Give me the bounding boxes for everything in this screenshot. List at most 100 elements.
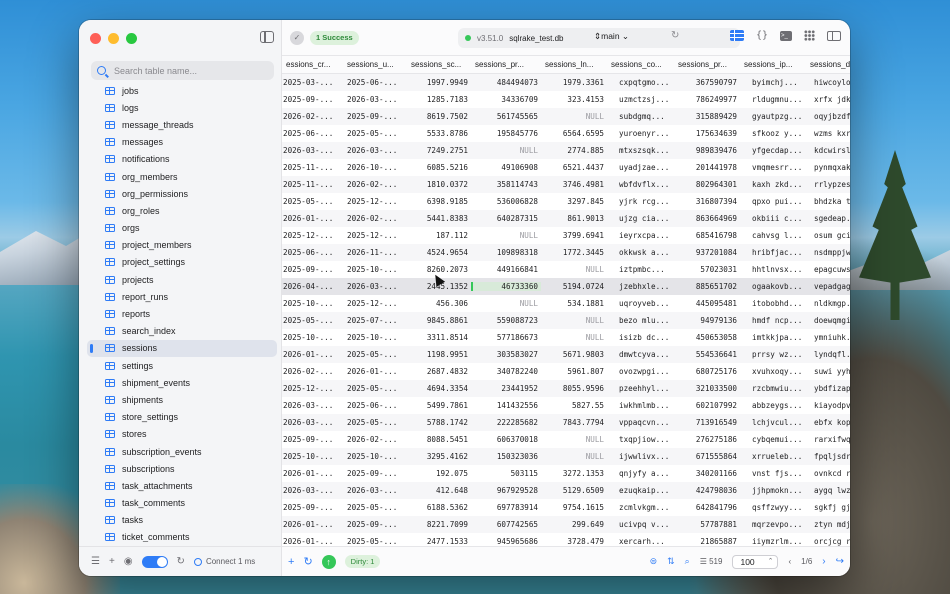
table-cell[interactable]: qnjyfy a... (607, 469, 674, 478)
table-cell[interactable]: txqpjiow... (607, 435, 674, 444)
column-header[interactable]: sessions_pr... (674, 60, 740, 69)
table-cell[interactable]: 303583027 (471, 350, 541, 359)
sidebar-item-settings[interactable]: settings (87, 357, 277, 374)
table-cell[interactable]: 6188.5362 (407, 503, 471, 512)
sidebar-item-report-runs[interactable]: report_runs (87, 288, 277, 305)
sidebar-item-project-settings[interactable]: project_settings (87, 254, 277, 271)
table-cell[interactable]: 2025-05-... (282, 316, 343, 325)
table-cell[interactable]: kiayodpv... (806, 401, 850, 410)
refresh-icon[interactable]: ↻ (177, 556, 185, 567)
table-cell[interactable]: 697783914 (471, 503, 541, 512)
table-cell[interactable]: sgedeap... (806, 214, 850, 223)
table-cell[interactable]: xvuhxoqy... (740, 367, 806, 376)
table-cell[interactable]: 2025-12-... (282, 384, 343, 393)
table-row[interactable]: 2025-05-... 2025-07-... 9845.8861 559088723… (282, 312, 850, 329)
sidebar-item-subscriptions[interactable]: subscriptions (87, 460, 277, 477)
table-cell[interactable]: 2026-04-... (282, 282, 343, 291)
table-row[interactable]: 2025-12-... 2025-05-... 4694.3354 23441952 8… (282, 380, 850, 397)
terminal-icon[interactable]: >_ (780, 30, 792, 41)
table-cell[interactable]: jzebhxle... (607, 282, 674, 291)
table-cell[interactable]: 2025-10-... (343, 333, 407, 342)
table-cell[interactable]: abbzeygs... (740, 401, 806, 410)
table-cell[interactable]: wbfdvflx... (607, 180, 674, 189)
table-cell[interactable]: yjrk rcg... (607, 197, 674, 206)
table-cell[interactable]: 2025-06-... (343, 401, 407, 410)
table-cell[interactable]: sfkooz y... (740, 129, 806, 138)
branch-selector[interactable]: ⇕main ⌄ (594, 31, 629, 42)
table-cell[interactable]: itobobhd... (740, 299, 806, 308)
table-cell[interactable]: 8088.5451 (407, 435, 471, 444)
table-cell[interactable]: 802964301 (674, 180, 740, 189)
table-cell[interactable]: 2026-02-... (343, 214, 407, 223)
close-button[interactable] (90, 33, 101, 44)
table-row[interactable]: 2026-01-... 2025-05-... 2477.1533 945965686… (282, 533, 850, 546)
table-cell[interactable]: 2025-11-... (282, 180, 343, 189)
table-cell[interactable]: 5788.1742 (407, 418, 471, 427)
table-row[interactable]: 2025-10-... 2025-12-... 456.306 NULL 534.188… (282, 295, 850, 312)
dirty-badge[interactable]: Dirty: 1 (344, 555, 381, 568)
sidebar-item-projects[interactable]: projects (87, 271, 277, 288)
table-cell[interactable]: 640287315 (471, 214, 541, 223)
table-cell[interactable]: 2026-01-... (282, 537, 343, 546)
table-cell[interactable]: 299.649 (541, 520, 607, 529)
table-cell[interactable]: 1810.0372 (407, 180, 471, 189)
table-cell[interactable]: nsdmppjw... (806, 248, 850, 257)
table-cell[interactable]: rzcbmwiu... (740, 384, 806, 393)
table-cell[interactable]: nldkmgp... (806, 299, 850, 308)
table-cell[interactable]: 5961.807 (541, 367, 607, 376)
table-cell[interactable]: 534.1881 (541, 299, 607, 308)
table-cell[interactable]: 6398.9185 (407, 197, 471, 206)
table-row[interactable]: 2025-10-... 2025-10-... 3295.4162 150323036… (282, 448, 850, 465)
table-cell[interactable]: ovozwpgi... (607, 367, 674, 376)
table-row[interactable]: 2025-10-... 2025-10-... 3311.8514 577186673… (282, 329, 850, 346)
table-cell[interactable]: NULL (471, 146, 541, 155)
table-cell[interactable]: ogaakovb... (740, 282, 806, 291)
table-cell[interactable]: 2025-12-... (343, 197, 407, 206)
table-cell[interactable]: orcjcg r... (806, 537, 850, 546)
table-cell[interactable]: 3272.1353 (541, 469, 607, 478)
table-cell[interactable]: 57023031 (674, 265, 740, 274)
table-cell[interactable]: 1285.7183 (407, 95, 471, 104)
sidebar-toggle-icon[interactable] (260, 31, 274, 43)
table-cell[interactable]: 2025-12-... (282, 231, 343, 240)
table-cell[interactable]: 861.9013 (541, 214, 607, 223)
table-cell[interactable]: NULL (471, 299, 541, 308)
table-cell[interactable]: NULL (541, 333, 607, 342)
sidebar-item-subscription-events[interactable]: subscription_events (87, 443, 277, 460)
table-cell[interactable]: dmwtcyva... (607, 350, 674, 359)
sidebar-item-message-threads[interactable]: message_threads (87, 116, 277, 133)
table-cell[interactable]: 5533.8786 (407, 129, 471, 138)
table-cell[interactable]: uzmctzsj... (607, 95, 674, 104)
table-cell[interactable]: 2687.4832 (407, 367, 471, 376)
filter-settings-icon[interactable]: ☰ (91, 556, 100, 567)
sort-icon[interactable]: ⇅ (667, 556, 675, 567)
table-cell[interactable]: kaxh zkd... (740, 180, 806, 189)
table-cell[interactable]: iiymzrlm... (740, 537, 806, 546)
page-size-select[interactable]: 100 (732, 554, 779, 569)
table-cell[interactable]: 5499.7861 (407, 401, 471, 410)
column-header[interactable]: sessions_ip... (740, 60, 806, 69)
table-cell[interactable]: 2025-11-... (282, 163, 343, 172)
table-cell[interactable]: 49106908 (471, 163, 541, 172)
column-header[interactable]: sessions_sc... (407, 60, 471, 69)
add-icon[interactable]: + (109, 556, 115, 567)
table-cell[interactable]: 2025-09-... (343, 520, 407, 529)
table-row[interactable]: 2026-02-... 2025-09-... 8619.7502 561745565… (282, 108, 850, 125)
sidebar-item-messages[interactable]: messages (87, 134, 277, 151)
table-cell[interactable]: hhtlnvsx... (740, 265, 806, 274)
table-cell[interactable]: 3799.6941 (541, 231, 607, 240)
table-cell[interactable]: 141432556 (471, 401, 541, 410)
table-row[interactable]: 2026-03-... 2026-03-... 412.648 967929528 51… (282, 482, 850, 499)
table-cell[interactable]: rldugmnu... (740, 95, 806, 104)
table-cell[interactable]: xrrueleb... (740, 452, 806, 461)
table-cell[interactable]: 945965686 (471, 537, 541, 546)
table-cell[interactable]: 2026-03-... (282, 486, 343, 495)
table-cell[interactable]: bhdzka t... (806, 197, 850, 206)
table-cell[interactable]: 5129.6509 (541, 486, 607, 495)
column-header[interactable]: sessions_ln... (541, 60, 607, 69)
table-cell[interactable]: 9845.8861 (407, 316, 471, 325)
table-cell[interactable]: byimchj... (740, 78, 806, 87)
table-cell[interactable]: imtkkjpa... (740, 333, 806, 342)
table-row[interactable]: 2026-03-... 2025-05-... 5788.1742 222285682… (282, 414, 850, 431)
table-cell[interactable]: 2025-03-... (282, 78, 343, 87)
